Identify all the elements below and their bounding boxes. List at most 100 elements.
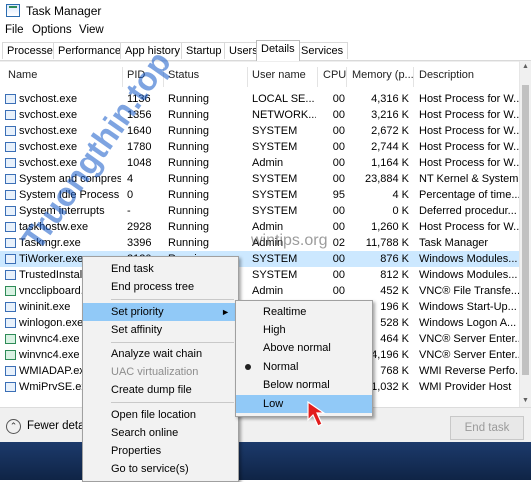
tab-app-history[interactable]: App history	[120, 42, 186, 59]
process-icon	[5, 94, 16, 104]
cell-status: Running	[168, 157, 209, 169]
cell-user: LOCAL SE...	[252, 93, 315, 105]
process-icon	[5, 222, 16, 232]
column-cpu[interactable]: CPU	[323, 69, 346, 81]
cell-user: NETWORK...	[252, 109, 316, 121]
cell-status: Running	[168, 221, 209, 233]
menu-item-properties[interactable]: Properties	[83, 442, 238, 460]
cell-description: Deferred procedur...	[419, 205, 517, 217]
cell-memory: 0 K	[392, 205, 409, 217]
column-memory[interactable]: Memory (p...	[352, 69, 414, 81]
cell-status: Running	[168, 237, 209, 249]
cell-user: SYSTEM	[252, 125, 298, 137]
cell-cpu: 00	[332, 253, 345, 265]
submenu-arrow-icon: ►	[221, 307, 230, 317]
selected-bullet-icon	[245, 364, 251, 370]
column-description[interactable]: Description	[419, 69, 474, 81]
table-row[interactable]: svchost.exe 1136 Running LOCAL SE... 00 4,316…	[0, 91, 520, 107]
vertical-scrollbar[interactable]: ▲ ▼	[519, 61, 531, 407]
table-row[interactable]: svchost.exe 1356 Running NETWORK... 00 3,216 …	[0, 107, 520, 123]
menu-item-end-task[interactable]: End task	[83, 260, 238, 278]
tab-startup[interactable]: Startup	[181, 42, 227, 59]
priority-realtime[interactable]: Realtime	[236, 303, 372, 321]
scroll-thumb[interactable]	[522, 85, 529, 375]
cell-user: SYSTEM	[252, 253, 298, 265]
column-name[interactable]: Name	[8, 69, 37, 81]
table-row[interactable]: svchost.exe 1048 Running Admin 00 1,164 K Host…	[0, 155, 520, 171]
table-row[interactable]: System Idle Process 0 Running SYSTEM 95 4 K Pe…	[0, 187, 520, 203]
cell-user: SYSTEM	[252, 269, 298, 281]
cell-pid: 2928	[127, 221, 152, 233]
cell-description: Windows Start-Up...	[419, 301, 517, 313]
tab-bar: Processes Performance App history Startu…	[0, 40, 531, 61]
column-separator[interactable]	[163, 67, 164, 87]
menu-item-create-dump-file[interactable]: Create dump file	[83, 381, 238, 399]
process-icon	[5, 318, 16, 328]
cell-name: svchost.exe	[19, 93, 78, 105]
priority-high[interactable]: High	[236, 321, 372, 339]
cell-name: Taskmgr.exe	[19, 237, 81, 249]
title-bar: Task Manager	[0, 0, 531, 22]
column-separator[interactable]	[122, 67, 123, 87]
menu-item-go-to-services[interactable]: Go to service(s)	[83, 460, 238, 478]
cell-description: Windows Logon A...	[419, 317, 517, 329]
menu-item-set-affinity[interactable]: Set affinity	[83, 321, 238, 339]
cell-description: Host Process for W...	[419, 157, 519, 169]
tab-details[interactable]: Details	[256, 40, 300, 61]
cell-pid: 4	[127, 173, 134, 185]
tab-performance[interactable]: Performance	[53, 42, 126, 59]
cell-cpu: 00	[332, 109, 345, 121]
priority-below-normal[interactable]: Below normal	[236, 376, 372, 394]
column-status[interactable]: Status	[168, 69, 199, 81]
menu-separator	[111, 299, 234, 300]
cell-cpu: 00	[332, 125, 345, 137]
priority-above-normal[interactable]: Above normal	[236, 339, 372, 357]
table-row[interactable]: TrustedInstaller.exe SYSTEM 00 812 K Windows…	[0, 267, 520, 283]
cell-pid: 1136	[127, 93, 151, 105]
menu-separator	[111, 402, 234, 403]
table-row[interactable]: svchost.exe 1640 Running SYSTEM 00 2,672 K Hos…	[0, 123, 520, 139]
cell-cpu: 00	[332, 221, 345, 233]
red-arrow-icon	[307, 400, 326, 427]
cell-description: VNC® File Transfe...	[419, 285, 519, 297]
cell-cpu: 00	[332, 157, 345, 169]
table-row[interactable]: vncclipboard.exe Admin 00 452 K VNC® File Tr…	[0, 283, 520, 299]
menu-item-analyze-wait-chain[interactable]: Analyze wait chain	[83, 345, 238, 363]
end-task-button[interactable]: End task	[450, 416, 524, 440]
table-row[interactable]: System and compres... 4 Running SYSTEM 00 23,…	[0, 171, 520, 187]
menu-item-uac-virtualization[interactable]: UAC virtualization	[83, 363, 238, 381]
priority-low[interactable]: Low	[236, 395, 372, 413]
cell-memory: 812 K	[380, 269, 409, 281]
table-row[interactable]: svchost.exe 1780 Running SYSTEM 00 2,744 K Hos…	[0, 139, 520, 155]
menu-item-set-priority[interactable]: Set priority ►	[83, 303, 238, 321]
column-separator[interactable]	[346, 67, 347, 87]
tab-services[interactable]: Services	[296, 42, 349, 59]
process-icon	[5, 238, 16, 248]
process-icon	[5, 382, 16, 392]
menu-item-open-file-location[interactable]: Open file location	[83, 406, 238, 424]
process-icon	[5, 350, 16, 360]
column-separator[interactable]	[247, 67, 248, 87]
cell-name: System and compres...	[19, 173, 121, 185]
menu-file[interactable]: File	[5, 24, 24, 36]
cell-pid: -	[127, 205, 131, 217]
menu-options[interactable]: Options	[32, 24, 72, 36]
scroll-down-arrow-icon[interactable]: ▼	[520, 395, 531, 407]
cell-description: Host Process for W...	[419, 221, 519, 233]
menu-view[interactable]: View	[79, 24, 104, 36]
cell-user: SYSTEM	[252, 205, 298, 217]
table-row[interactable]: taskhostw.exe 2928 Running Admin 00 1,260 K Ho…	[0, 219, 520, 235]
cell-name: svchost.exe	[19, 109, 78, 121]
column-separator[interactable]	[413, 67, 414, 87]
priority-normal[interactable]: Normal	[236, 358, 372, 376]
column-separator[interactable]	[317, 67, 318, 87]
chevron-up-icon[interactable]: ⌃	[6, 419, 21, 434]
menu-item-end-process-tree[interactable]: End process tree	[83, 278, 238, 296]
table-row[interactable]: Taskmgr.exe 3396 Running Admin 02 11,788 K Tas…	[0, 235, 520, 251]
scroll-up-arrow-icon[interactable]: ▲	[520, 61, 531, 73]
menu-item-search-online[interactable]: Search online	[83, 424, 238, 442]
column-user-name[interactable]: User name	[252, 69, 306, 81]
table-row[interactable]: System interrupts - Running SYSTEM 00 0 K Defe…	[0, 203, 520, 219]
table-row[interactable]: TiWorker.exe2120RunningSYSTEM00876 KWind…	[0, 251, 520, 267]
column-pid[interactable]: PID	[127, 69, 145, 81]
